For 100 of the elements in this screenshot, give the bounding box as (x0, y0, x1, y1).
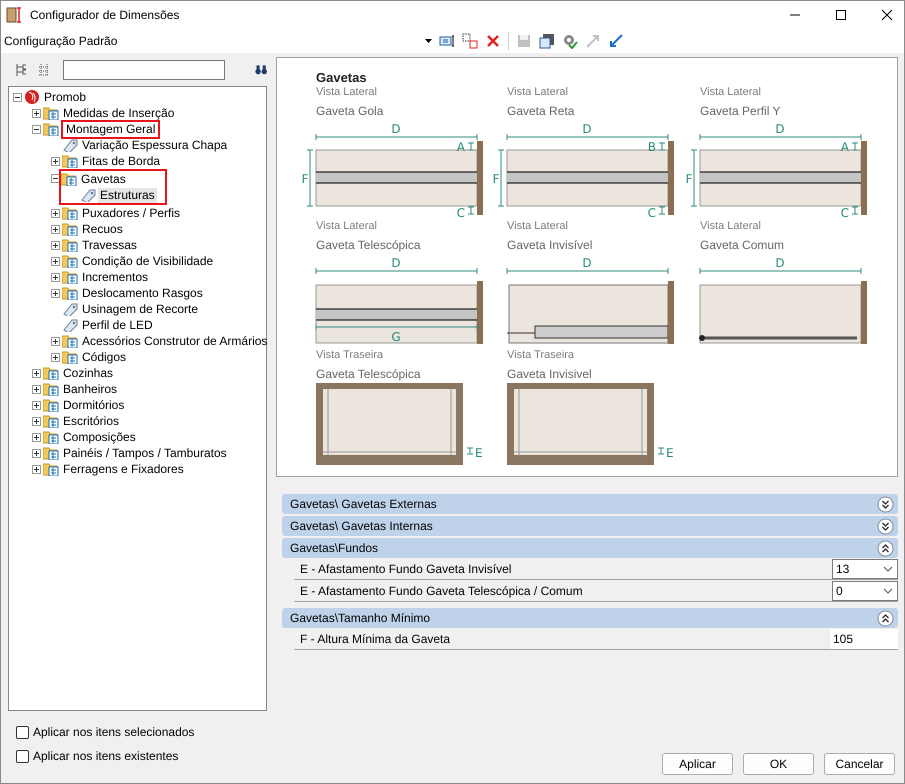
dimension-label: D (775, 256, 785, 270)
expander-icon[interactable] (32, 384, 41, 394)
expander-icon[interactable] (51, 336, 60, 346)
dimension-label: C (456, 206, 465, 219)
tree-item[interactable]: Dormitórios (61, 398, 126, 412)
section-header[interactable]: Gavetas\ Gavetas Externas (282, 494, 898, 514)
tree-item[interactable]: Recuos (80, 222, 125, 236)
tree-item[interactable]: Cozinhas (61, 366, 116, 380)
arrow-down-icon[interactable] (608, 33, 624, 49)
dimension-label: G (391, 330, 401, 344)
folder-icon (62, 254, 78, 268)
expander-icon[interactable] (32, 108, 41, 118)
checkbox[interactable] (16, 750, 29, 762)
save-as-icon[interactable] (539, 33, 555, 49)
expander-icon[interactable] (51, 288, 60, 298)
chevron-icon[interactable] (877, 518, 894, 534)
folder-icon (61, 172, 77, 186)
tree-item[interactable]: Escritórios (61, 414, 122, 428)
value-dropdown[interactable]: 0 (832, 580, 898, 600)
tree-item[interactable]: Códigos (80, 350, 128, 364)
tree-item[interactable]: Promob (42, 90, 88, 104)
expander-icon[interactable] (32, 124, 41, 134)
search-icon[interactable] (254, 63, 267, 77)
expander-icon[interactable] (51, 224, 60, 234)
caret-icon[interactable] (425, 39, 432, 43)
expander-icon[interactable] (32, 368, 41, 378)
value-field[interactable]: 105 (830, 628, 898, 648)
expander-icon[interactable] (51, 208, 60, 218)
dialog-button[interactable]: OK (743, 753, 814, 775)
expander-icon[interactable] (32, 416, 41, 426)
expand-tree-icon[interactable] (36, 62, 49, 78)
section-header[interactable]: Gavetas\ Gavetas Internas (282, 516, 898, 536)
window-title: Configurador de Dimensões (30, 8, 180, 22)
tree-item[interactable]: Perfil de LED (80, 318, 155, 332)
view-caption: Vista Traseira (315, 348, 384, 362)
dialog-button[interactable]: Aplicar (662, 753, 733, 775)
property-label: E - Afastamento Fundo Gaveta Invisível (299, 562, 512, 576)
tree-item[interactable]: Banheiros (61, 382, 120, 396)
dimension-label: D (582, 122, 592, 136)
dimension-label: F (302, 172, 308, 186)
tree-item[interactable]: Fitas de Borda (80, 154, 162, 168)
tree-item[interactable]: Usinagem de Recorte (80, 302, 200, 316)
folder-icon (62, 206, 78, 220)
tree-item[interactable]: Deslocamento Rasgos (80, 286, 205, 300)
tree-item[interactable]: Puxadores / Perfis (80, 206, 182, 220)
folder-icon (62, 286, 78, 300)
view-caption: Vista Lateral (506, 219, 569, 233)
expander-icon[interactable] (32, 464, 41, 474)
dimension-label: B (648, 140, 656, 154)
expander-icon[interactable] (51, 272, 60, 282)
copy-icon[interactable] (462, 33, 478, 49)
app-icon (6, 6, 24, 24)
folder-icon (43, 414, 59, 428)
tree-item[interactable]: Travessas (80, 238, 139, 252)
chevron-down-icon (883, 588, 893, 594)
drawer-name: Gaveta Gola (315, 103, 384, 119)
expander-icon[interactable] (51, 156, 60, 166)
section-header[interactable]: Gavetas\Tamanho Mínimo (282, 608, 898, 628)
folder-icon (43, 382, 59, 396)
tree-item[interactable]: Estruturas (98, 188, 157, 202)
tree-item[interactable]: Condição de Visibilidade (80, 254, 216, 268)
dialog-button[interactable]: Cancelar (824, 753, 895, 775)
expander-icon[interactable] (32, 448, 41, 458)
tree-item[interactable]: Montagem Geral (64, 122, 158, 136)
tree-item[interactable]: Gavetas (79, 172, 128, 186)
collapse-tree-icon[interactable] (14, 62, 26, 78)
section-header[interactable]: Gavetas\Fundos (282, 538, 898, 558)
field-icon[interactable] (439, 33, 455, 49)
close-icon[interactable] (881, 9, 893, 21)
expander-icon[interactable] (51, 174, 60, 183)
expander-icon[interactable] (51, 240, 60, 250)
search-field[interactable] (62, 60, 225, 80)
view-caption: Vista Lateral (315, 219, 378, 233)
expander-icon[interactable] (13, 92, 22, 102)
tree-item[interactable]: Ferragens e Fixadores (61, 462, 186, 476)
chevron-icon[interactable] (877, 540, 894, 556)
tree-item[interactable]: Composições (61, 430, 138, 444)
expander-icon[interactable] (51, 352, 60, 362)
checkbox[interactable] (16, 726, 29, 738)
property-label: E - Afastamento Fundo Gaveta Telescópica / Comum (299, 584, 584, 598)
folder-icon (62, 238, 78, 252)
gear-check-icon[interactable] (562, 33, 578, 49)
expander-icon[interactable] (32, 400, 41, 410)
chevron-icon[interactable] (877, 496, 894, 512)
chevron-icon[interactable] (877, 610, 894, 626)
drawer-name: Gaveta Reta (506, 103, 576, 119)
maximize-icon[interactable] (835, 9, 847, 21)
tree-item[interactable]: Incrementos (80, 270, 150, 284)
dimension-label: D (582, 256, 592, 270)
tree-item[interactable]: Painéis / Tampos / Tamburatos (61, 446, 229, 460)
section-title: Gavetas\Tamanho Mínimo (290, 611, 430, 625)
expander-icon[interactable] (51, 256, 60, 266)
tree-item[interactable]: Acessórios Construtor de Armários (80, 334, 270, 348)
value-dropdown[interactable]: 13 (832, 558, 898, 578)
checkbox-label: Aplicar nos itens existentes (33, 749, 178, 763)
expander-icon[interactable] (32, 432, 41, 442)
tree-item[interactable]: Medidas de Inserção (61, 106, 176, 120)
tree-item[interactable]: Variação Espessura Chapa (80, 138, 230, 152)
tag-icon (62, 302, 78, 316)
delete-icon[interactable] (485, 33, 501, 49)
